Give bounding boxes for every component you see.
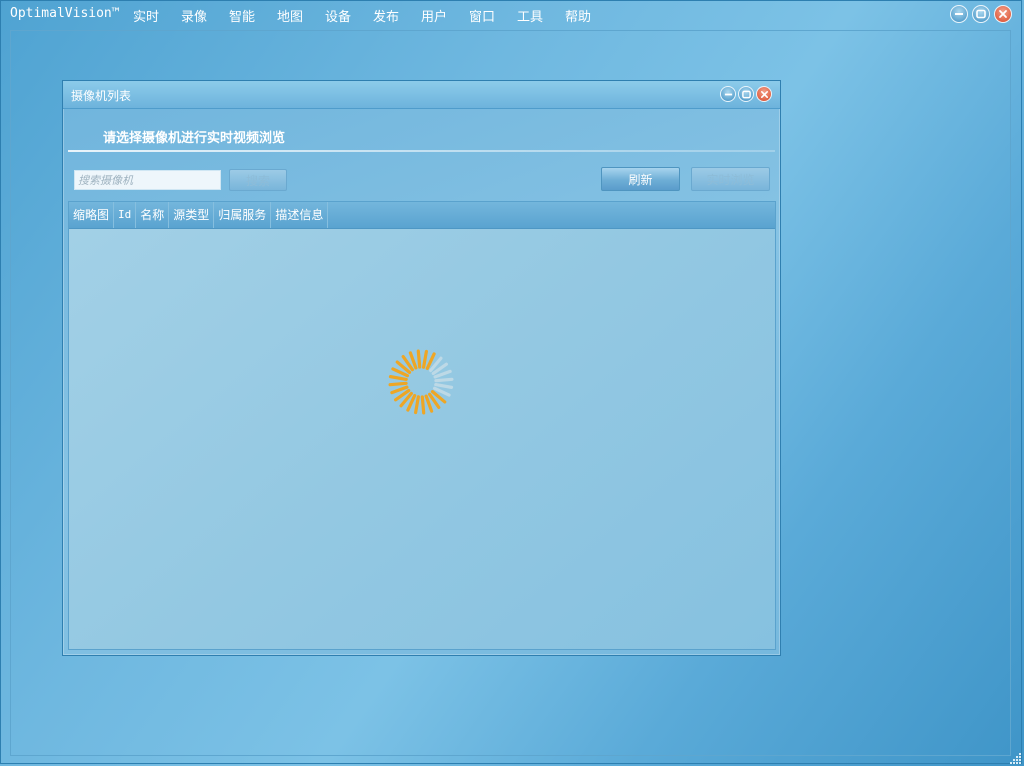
column-header-description[interactable]: 描述信息 xyxy=(271,202,329,228)
menu-item-devices[interactable]: 设备 xyxy=(325,6,373,25)
spinner-segment xyxy=(420,395,426,415)
close-icon xyxy=(999,10,1007,18)
column-header-id[interactable]: Id xyxy=(114,202,137,228)
search-button[interactable]: 搜索 xyxy=(229,169,287,191)
app-maximize-button[interactable] xyxy=(972,5,990,23)
menu-item-recording[interactable]: 录像 xyxy=(181,6,229,25)
column-header-source-type[interactable]: 源类型 xyxy=(169,202,215,228)
menu-item-tools[interactable]: 工具 xyxy=(517,6,565,25)
minimize-icon xyxy=(724,93,732,95)
minimize-icon xyxy=(955,13,963,15)
spinner-segment xyxy=(388,375,408,381)
dialog-hint-text: 请选择摄像机进行实时视频浏览 xyxy=(103,131,286,146)
menu-item-map[interactable]: 地图 xyxy=(277,6,325,25)
spinner-segment xyxy=(422,349,428,369)
camera-list-dialog: 摄像机列表 请选择摄像机进行实时视频浏览 搜索 刷新 实时浏览 缩略图 Id 名… xyxy=(62,80,781,656)
menu-item-users[interactable]: 用户 xyxy=(421,6,469,25)
dialog-titlebar[interactable]: 摄像机列表 xyxy=(63,81,780,109)
menu-item-help[interactable]: 帮助 xyxy=(565,6,613,25)
app-minimize-button[interactable] xyxy=(950,5,968,23)
spinner-segment xyxy=(434,383,454,389)
app-window-controls xyxy=(950,5,1012,23)
maximize-icon xyxy=(976,9,986,19)
app-title: OptimalVision™ xyxy=(10,6,120,21)
table-body xyxy=(69,229,775,649)
menu-item-realtime[interactable]: 实时 xyxy=(133,6,181,25)
dialog-maximize-button[interactable] xyxy=(738,86,754,102)
dialog-title: 摄像机列表 xyxy=(71,89,132,103)
dialog-close-button[interactable] xyxy=(756,86,772,102)
resize-grip-icon[interactable] xyxy=(1010,752,1022,764)
camera-table: 缩略图 Id 名称 源类型 归属服务 描述信息 xyxy=(68,201,776,650)
maximize-icon xyxy=(741,90,751,98)
menu-item-intelligence[interactable]: 智能 xyxy=(229,6,277,25)
spinner-segment xyxy=(434,377,454,383)
column-header-owner-service[interactable]: 归属服务 xyxy=(214,202,272,228)
table-header: 缩略图 Id 名称 源类型 归属服务 描述信息 xyxy=(69,202,775,229)
hint-divider xyxy=(68,150,775,152)
spinner-segment xyxy=(388,381,408,387)
column-header-name[interactable]: 名称 xyxy=(136,202,170,228)
menu-item-publish[interactable]: 发布 xyxy=(373,6,421,25)
dialog-window-controls xyxy=(720,86,772,102)
refresh-button[interactable]: 刷新 xyxy=(601,167,680,191)
main-menu: 实时 录像 智能 地图 设备 发布 用户 窗口 工具 帮助 xyxy=(133,6,613,25)
menu-bar: OptimalVision™ 实时 录像 智能 地图 设备 发布 用户 窗口 工… xyxy=(0,0,1024,28)
camera-search-input[interactable] xyxy=(74,170,221,190)
spinner-segment xyxy=(416,349,422,369)
loading-spinner-icon xyxy=(388,349,454,415)
app-close-button[interactable] xyxy=(994,5,1012,23)
dialog-minimize-button[interactable] xyxy=(720,86,736,102)
spinner-segment xyxy=(414,395,420,415)
live-view-button[interactable]: 实时浏览 xyxy=(691,167,770,191)
column-header-thumbnail[interactable]: 缩略图 xyxy=(69,202,115,228)
close-icon xyxy=(760,90,768,98)
menu-item-window[interactable]: 窗口 xyxy=(469,6,517,25)
